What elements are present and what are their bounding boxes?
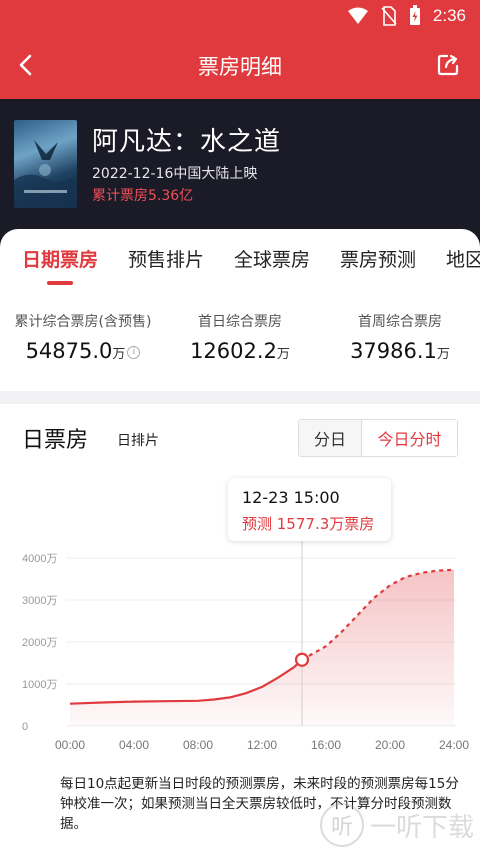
wifi-icon — [347, 7, 368, 24]
watermark-text: 一听下载 — [369, 812, 474, 843]
stat-unit: 万 — [436, 347, 450, 362]
x-tick-label: 12:00 — [247, 738, 277, 752]
stat-label: 首周综合票房 — [358, 314, 442, 330]
page-title: 票房明细 — [198, 55, 282, 79]
watermark-logo: 听 — [319, 803, 364, 847]
tab-presale-schedule[interactable]: 预售排片 — [128, 245, 204, 272]
stat-value: 54875.0万 i — [8, 339, 158, 363]
y-tick-label: 0 — [22, 721, 28, 733]
status-time: 2:36 — [432, 5, 466, 25]
share-button[interactable] — [432, 49, 464, 81]
chart-heading: 日票房 — [22, 428, 89, 453]
chart-mode-toggle: 分日 今日分时 — [298, 419, 458, 457]
y-tick-label: 4000万 — [22, 553, 57, 565]
x-tick-label: 20:00 — [375, 738, 405, 752]
movie-title: 阿凡达：水之道 — [92, 127, 282, 157]
stat-number: 54875.0 — [25, 339, 113, 363]
active-tab-indicator — [47, 281, 73, 285]
x-tick-label: 00:00 — [55, 738, 85, 752]
app-bar: 票房明细 — [0, 32, 480, 99]
release-info: 2022-12-16中国大陆上映 — [92, 166, 258, 182]
status-bar: 2:36 — [0, 0, 480, 32]
y-tick-label: 2000万 — [22, 637, 57, 649]
x-tick-label: 16:00 — [311, 738, 341, 752]
stat-unit: 万 — [112, 347, 126, 362]
tab-region[interactable]: 地区 — [446, 245, 480, 272]
chart-card: 日票房 日排片 分日 今日分时 0 1000万 2000万 3000万 4000万 00:… — [0, 404, 480, 853]
share-icon — [437, 54, 459, 76]
y-tick-label: 3000万 — [22, 595, 57, 607]
summary-sheet: 日期票房 预售排片 全球票房 票房预测 地区 累计综合票房(含预售) 54875… — [0, 229, 480, 391]
tooltip-value: 预测 1577.3万票房 — [242, 515, 375, 533]
stat-first-day: 首日综合票房 12602.2万 — [170, 311, 310, 363]
toggle-daily[interactable]: 分日 — [299, 420, 361, 456]
box-office-chart[interactable]: 0 1000万 2000万 3000万 4000万 00:00 04:00 08:00 12:0… — [0, 534, 480, 764]
stat-first-week: 首周综合票房 37986.1万 — [330, 311, 470, 363]
tab-global-box-office[interactable]: 全球票房 — [234, 245, 310, 272]
movie-poster[interactable] — [14, 120, 77, 208]
toggle-today-hourly[interactable]: 今日分时 — [361, 420, 457, 456]
battery-icon — [409, 5, 420, 25]
stat-unit: 万 — [276, 347, 290, 362]
stats-row: 累计综合票房(含预售) 54875.0万 i 首日综合票房 12602.2万 首周… — [0, 311, 480, 381]
y-tick-label: 1000万 — [22, 679, 57, 691]
total-box-office: 累计票房5.36亿 — [92, 185, 193, 205]
tab-box-office-forecast[interactable]: 票房预测 — [340, 245, 416, 272]
total-box-office-label: 累计票房 — [92, 188, 148, 204]
stat-value: 37986.1万 — [330, 339, 470, 363]
total-box-office-value: 5.36亿 — [148, 188, 194, 204]
chart-marker — [294, 652, 310, 667]
status-icons: 2:36 — [347, 5, 466, 26]
stat-cumulative: 累计综合票房(含预售) 54875.0万 i — [8, 311, 158, 363]
chart-schedule-link[interactable]: 日排片 — [117, 430, 159, 450]
tab-daily-box-office[interactable]: 日期票房 — [22, 245, 98, 272]
stat-label: 首日综合票房 — [198, 314, 282, 330]
tooltip-time: 12-23 15:00 — [242, 488, 340, 507]
no-sim-icon — [381, 5, 397, 26]
stat-value: 12602.2万 — [170, 339, 310, 363]
x-tick-label: 08:00 — [183, 738, 213, 752]
stat-number: 37986.1 — [350, 339, 437, 363]
watermark: 听 一听下载 — [319, 803, 474, 847]
movie-header: 阿凡达：水之道 2022-12-16中国大陆上映 累计票房5.36亿 — [0, 99, 480, 249]
x-tick-label: 04:00 — [119, 738, 149, 752]
stat-label: 累计综合票房(含预售) — [14, 314, 152, 330]
chart-tooltip: 12-23 15:00 预测 1577.3万票房 — [228, 478, 391, 541]
x-tick-label: 24:00 — [439, 738, 469, 752]
info-icon[interactable]: i — [127, 345, 141, 359]
stat-number: 12602.2 — [190, 339, 277, 363]
tab-bar: 日期票房 预售排片 全球票房 票房预测 地区 — [0, 229, 480, 287]
poster-image — [14, 140, 77, 208]
